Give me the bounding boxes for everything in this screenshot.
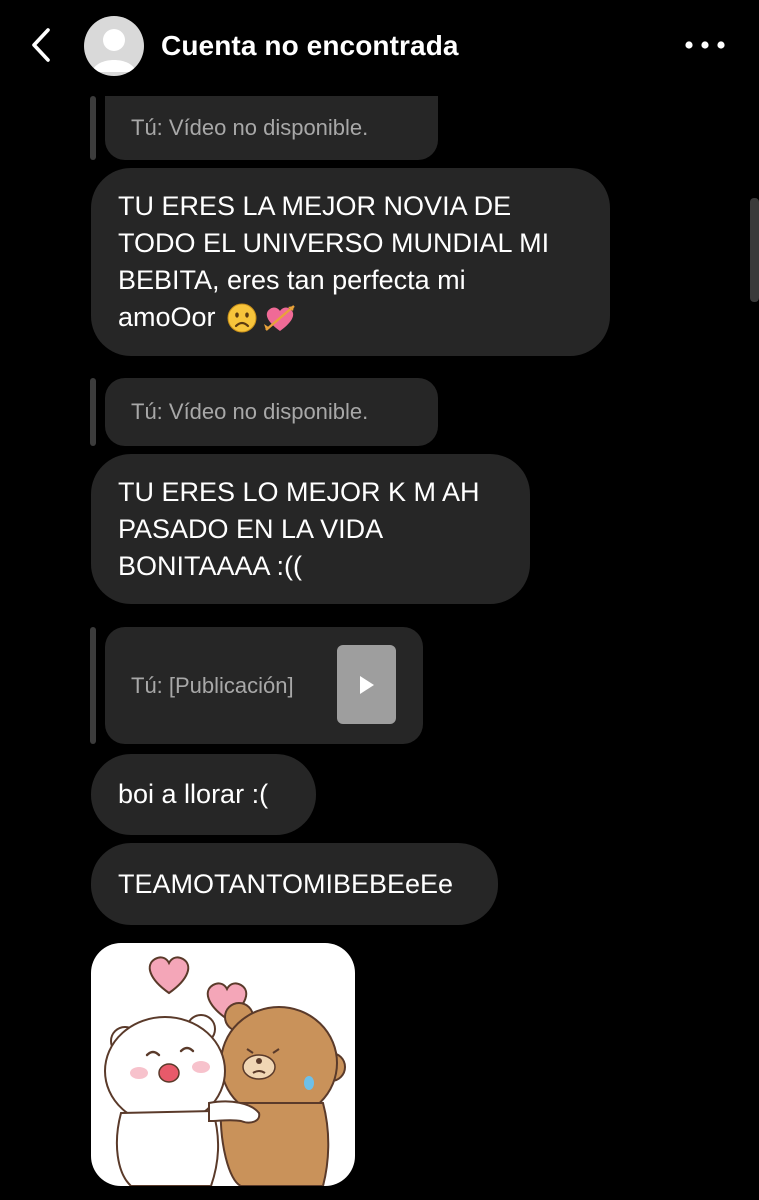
- reply-text: Tú: Vídeo no disponible.: [131, 399, 369, 424]
- reply-indicator-line: [90, 378, 96, 446]
- sticker-image[interactable]: [91, 943, 355, 1186]
- message-bubble[interactable]: TU ERES LO MEJOR K M AH PASADO EN LA VID…: [91, 454, 530, 604]
- bears-hug-sticker-icon: [104, 956, 346, 1186]
- message-text-line: amoOor: [118, 299, 584, 336]
- scrollbar[interactable]: [750, 198, 759, 302]
- message-text-line: BEBITA, eres tan perfecta mi: [118, 265, 466, 295]
- quoted-reply: Tú: Vídeo no disponible.: [90, 378, 440, 446]
- quoted-reply: Tú: Vídeo no disponible.: [90, 96, 440, 160]
- reply-indicator-line: [90, 96, 96, 160]
- chat-header: Cuenta no encontrada: [0, 0, 759, 92]
- message-bubble[interactable]: TEAMOTANTOMIBEBEeEe: [91, 843, 498, 925]
- conversation-title[interactable]: Cuenta no encontrada: [161, 30, 459, 62]
- back-button[interactable]: [26, 26, 58, 66]
- message-text: boi a llorar :(: [118, 779, 269, 809]
- message-bubble[interactable]: TU ERES LA MEJOR NOVIA DE TODO EL UNIVER…: [91, 168, 610, 356]
- message-text: TEAMOTANTOMIBEBEeEe: [118, 869, 454, 899]
- message-text: TU ERES LO MEJOR K M AH PASADO EN LA VID…: [118, 477, 480, 581]
- quoted-reply: Tú: [Publicación]: [90, 627, 425, 744]
- reply-indicator-line: [90, 627, 96, 744]
- reply-text: Tú: Vídeo no disponible.: [131, 115, 369, 140]
- heart-with-arrow-icon: [263, 304, 295, 331]
- play-icon: [360, 676, 374, 694]
- chevron-left-icon: [32, 28, 50, 62]
- message-bubble[interactable]: boi a llorar :(: [91, 754, 316, 835]
- message-text-line: TU ERES LA MEJOR NOVIA DE: [118, 191, 512, 221]
- reply-text: Tú: [Publicación]: [131, 673, 294, 698]
- reply-bubble[interactable]: Tú: Vídeo no disponible.: [105, 378, 438, 446]
- frowning-face-icon: [227, 303, 257, 332]
- default-user-icon: [92, 29, 136, 72]
- more-horizontal-icon: [685, 41, 725, 49]
- more-options-button[interactable]: [680, 30, 730, 60]
- message-text: amoOor: [118, 302, 216, 332]
- message-text-line: TODO EL UNIVERSO MUNDIAL MI: [118, 228, 550, 258]
- reply-bubble[interactable]: Tú: [Publicación]: [105, 627, 423, 744]
- reply-bubble[interactable]: Tú: Vídeo no disponible.: [105, 96, 438, 160]
- avatar[interactable]: [84, 16, 144, 76]
- post-thumbnail[interactable]: [337, 645, 396, 724]
